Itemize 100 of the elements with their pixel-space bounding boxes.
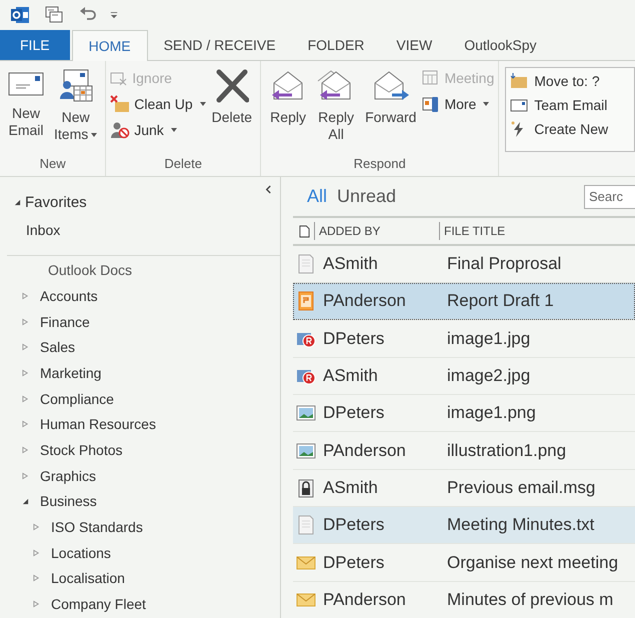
- folder-item[interactable]: Stock Photos: [0, 437, 122, 463]
- more-button[interactable]: More: [422, 93, 494, 115]
- outlook-logo-icon[interactable]: [10, 5, 30, 25]
- ribbon-tab[interactable]: FILE: [0, 30, 70, 60]
- ribbon-tab[interactable]: OutlookSpy: [448, 30, 553, 60]
- folder-icon: [510, 72, 528, 88]
- envelope-icon: [296, 592, 316, 608]
- ribbon-group-label: New: [38, 156, 67, 173]
- table-cell: Meeting Minutes.txt: [447, 515, 594, 536]
- folder-item[interactable]: Human Resources: [0, 411, 156, 438]
- delete-button[interactable]: Delete: [208, 65, 256, 126]
- folder-item[interactable]: Inbox: [0, 215, 60, 245]
- junk-button[interactable]: Junk: [110, 119, 206, 141]
- table-cell: Minutes of previous m: [447, 590, 614, 610]
- collapsed-triangle-icon: [22, 394, 29, 403]
- expanded-triangle-icon: [14, 198, 21, 206]
- collapse-pane-icon[interactable]: [265, 185, 272, 194]
- folder-item[interactable]: Graphics: [0, 462, 96, 488]
- message-row[interactable]: ASmith image2.jpg: [293, 358, 635, 396]
- pdf-file-icon: [296, 291, 316, 312]
- message-row[interactable]: DPeters image1.jpg: [293, 320, 635, 358]
- collapsed-triangle-icon: [22, 368, 29, 377]
- envelope-crossed-icon: [110, 70, 128, 86]
- column-header[interactable]: ADDED BY: [314, 222, 439, 240]
- ribbon-tab[interactable]: HOME: [72, 30, 148, 61]
- quick-step-item[interactable]: Team Email: [510, 94, 630, 115]
- folder-item[interactable]: Locations: [0, 540, 111, 566]
- collapsed-triangle-icon: [33, 548, 40, 557]
- image-file-icon: [296, 404, 316, 422]
- quick-step-item[interactable]: Create New: [510, 118, 630, 139]
- table-cell: image2.jpg: [447, 366, 530, 386]
- collapsed-triangle-icon: [33, 574, 40, 582]
- folder-x-icon: [110, 95, 130, 113]
- column-header[interactable]: FILE TITLE: [439, 222, 506, 240]
- table-cell: image1.jpg: [447, 328, 530, 349]
- person-blocked-icon: [110, 121, 130, 139]
- collapsed-triangle-icon: [22, 420, 29, 428]
- filter-tab[interactable]: Unread: [337, 186, 396, 208]
- favorites-header[interactable]: Favorites: [0, 191, 87, 213]
- reply-all-button[interactable]: Reply All: [313, 65, 360, 143]
- message-row[interactable]: PAnderson illustration1.png: [293, 432, 635, 470]
- table-cell-text: ASmith: [323, 254, 379, 274]
- phone-window-icon: [422, 95, 440, 113]
- ribbon-tab[interactable]: FOLDER: [292, 30, 380, 60]
- message-row[interactable]: DPeters Meeting Minutes.txt: [293, 507, 635, 544]
- folder-item[interactable]: Sales: [0, 334, 76, 360]
- folder-item[interactable]: Compliance: [0, 386, 114, 412]
- table-cell: illustration1.png: [447, 440, 566, 461]
- search-field[interactable]: Searc: [584, 184, 635, 209]
- customize-caret-icon[interactable]: [110, 11, 118, 19]
- folder-item[interactable]: Localisation: [0, 566, 125, 592]
- send-receive-icon[interactable]: [44, 5, 64, 25]
- folder-item[interactable]: Business: [0, 488, 97, 514]
- filter-tab[interactable]: All: [307, 186, 328, 208]
- collapsed-triangle-icon: [22, 472, 29, 480]
- envelope-icon: [510, 96, 528, 112]
- cleanup-button[interactable]: Clean Up: [110, 93, 206, 115]
- padlock-icon: [296, 478, 316, 498]
- text-file-icon: [296, 254, 316, 274]
- mailbox-name[interactable]: Outlook Docs: [0, 257, 280, 283]
- table-cell: Previous email.msg: [447, 478, 596, 498]
- folder-item[interactable]: Marketing: [0, 360, 102, 386]
- quick-step-item[interactable]: Move to: ?: [510, 70, 630, 91]
- document-icon: [299, 224, 310, 238]
- ribbon-tab[interactable]: SEND / RECEIVE: [148, 30, 292, 60]
- forward-button[interactable]: Forward: [361, 65, 420, 126]
- envelope-icon: [296, 554, 316, 571]
- collapsed-triangle-icon: [22, 343, 29, 352]
- text-file-icon: [296, 515, 316, 536]
- reply-button[interactable]: Reply: [265, 65, 312, 126]
- table-cell: image1.png: [447, 403, 536, 424]
- table-cell: Final Proprosal: [447, 254, 562, 274]
- table-cell-text: DPeters: [323, 552, 386, 573]
- message-row[interactable]: DPeters Organise next meeting: [293, 544, 635, 582]
- table-cell-text: PAnderson: [323, 291, 407, 312]
- calendar-icon: [422, 70, 440, 86]
- people-calendar-icon: [58, 69, 94, 103]
- folder-item[interactable]: Company Fleet: [0, 591, 146, 617]
- expanded-triangle-icon: [22, 498, 29, 505]
- collapsed-triangle-icon: [22, 446, 29, 454]
- ribbon-tab[interactable]: VIEW: [380, 30, 448, 60]
- table-cell-text: DPeters: [323, 403, 386, 424]
- folder-item[interactable]: Finance: [0, 308, 90, 334]
- new-items-button[interactable]: New Items: [50, 65, 102, 143]
- message-row[interactable]: DPeters image1.png: [293, 395, 635, 432]
- table-cell-text: ASmith: [323, 478, 379, 498]
- table-cell: Report Draft 1: [447, 291, 554, 312]
- folder-item[interactable]: ISO Standards: [0, 514, 143, 540]
- ribbon-group-label: Delete: [163, 156, 203, 173]
- message-row[interactable]: PAnderson Minutes of previous m: [293, 582, 635, 618]
- new-email-button[interactable]: New Email: [4, 65, 48, 139]
- table-cell: Organise next meeting: [447, 552, 618, 573]
- collapsed-triangle-icon: [33, 600, 40, 608]
- forward-envelope-icon: [372, 69, 410, 103]
- collapsed-triangle-icon: [22, 318, 29, 326]
- table-cell-text: DPeters: [323, 328, 386, 349]
- delete-x-icon: [214, 69, 249, 103]
- ribbon-group-label: Respond: [352, 156, 407, 173]
- message-row[interactable]: PAnderson Report Draft 1: [293, 283, 635, 320]
- folder-item[interactable]: Accounts: [0, 283, 98, 309]
